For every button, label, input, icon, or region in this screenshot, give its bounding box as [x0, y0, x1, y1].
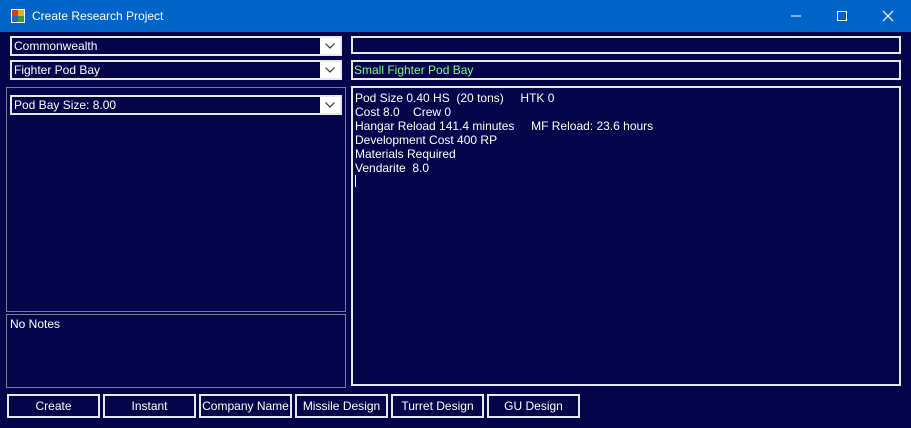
chevron-down-icon [325, 67, 335, 73]
client-area: Commonwealth Fighter Pod Bay Pod Bay Siz… [0, 32, 911, 428]
size-select-arrow[interactable] [320, 97, 340, 113]
text-caret [355, 175, 356, 187]
app-icon [11, 9, 25, 23]
maximize-icon [837, 11, 847, 21]
detail-line: Hangar Reload 141.4 minutes MF Reload: 2… [355, 119, 654, 133]
title-bar: Create Research Project [0, 0, 911, 32]
company-name-button[interactable]: Company Name [199, 394, 292, 418]
maximize-button[interactable] [819, 0, 865, 32]
race-select-arrow[interactable] [320, 38, 340, 54]
turret-design-button[interactable]: Turret Design [391, 394, 484, 418]
race-select-value: Commonwealth [14, 39, 98, 53]
component-type-value: Fighter Pod Bay [14, 63, 101, 77]
detail-line: Vendarite 8.0 [355, 161, 430, 175]
size-select[interactable]: Pod Bay Size: 8.00 [10, 95, 342, 115]
component-details[interactable]: Pod Size 0.40 HS (20 tons) HTK 0 Cost 8.… [351, 86, 901, 386]
notes-text: No Notes [10, 317, 61, 331]
detail-line: Materials Required [355, 147, 456, 161]
minimize-button[interactable] [773, 0, 819, 32]
project-name-input[interactable] [351, 36, 901, 54]
window-title: Create Research Project [32, 9, 164, 23]
instant-button[interactable]: Instant [103, 394, 196, 418]
detail-line: Pod Size 0.40 HS (20 tons) HTK 0 [355, 91, 555, 105]
component-name-text: Small Fighter Pod Bay [354, 63, 474, 77]
component-type-select[interactable]: Fighter Pod Bay [10, 60, 342, 80]
create-button[interactable]: Create [7, 394, 100, 418]
notes-panel[interactable]: No Notes [6, 314, 346, 388]
options-panel: Pod Bay Size: 8.00 [6, 87, 346, 312]
component-type-arrow[interactable] [320, 62, 340, 78]
component-name-field[interactable]: Small Fighter Pod Bay [351, 60, 901, 80]
minimize-icon [791, 15, 801, 17]
race-select[interactable]: Commonwealth [10, 36, 342, 56]
missile-design-button[interactable]: Missile Design [295, 394, 388, 418]
detail-line: Development Cost 400 RP [355, 133, 498, 147]
chevron-down-icon [325, 102, 335, 108]
chevron-down-icon [325, 43, 335, 49]
close-icon [882, 10, 894, 22]
detail-line: Cost 8.0 Crew 0 [355, 105, 452, 119]
gu-design-button[interactable]: GU Design [487, 394, 580, 418]
close-button[interactable] [865, 0, 911, 32]
size-select-value: Pod Bay Size: 8.00 [14, 98, 117, 112]
